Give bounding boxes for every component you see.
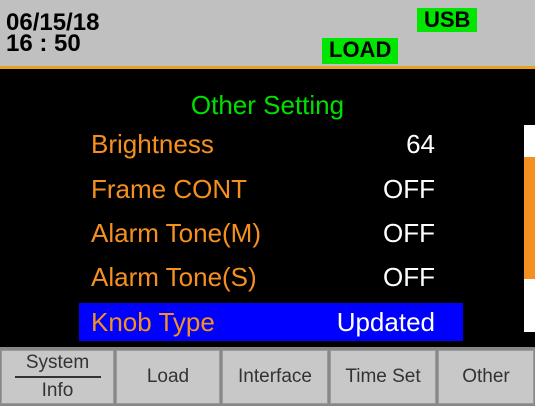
setting-label: Brightness [91,129,214,159]
setting-row-brightness[interactable]: Brightness 64 [79,125,463,163]
softkey-label-line1: System [25,352,90,373]
scrollbar[interactable] [524,125,535,332]
setting-label: Knob Type [91,307,215,337]
setting-value: Updated [336,307,435,337]
time-set-softkey[interactable]: Time Set [330,350,436,404]
load-softkey[interactable]: Load [116,350,220,404]
interface-softkey[interactable]: Interface [222,350,328,404]
setting-value: 64 [406,129,435,159]
usb-badge: USB [417,8,478,32]
setting-value: OFF [383,262,435,292]
setting-row-alarm-tone-s[interactable]: Alarm Tone(S) OFF [79,258,463,296]
status-bar: 06/15/18 16 : 50 USB LOAD [0,0,535,68]
setting-value: OFF [383,218,435,248]
time-display: 16 : 50 [6,30,81,57]
softkey-divider [14,376,101,378]
setting-label: Alarm Tone(M) [91,218,262,248]
setting-value: OFF [383,174,435,204]
softkey-label-line2: Info [41,380,74,401]
setting-row-alarm-tone-m[interactable]: Alarm Tone(M) OFF [79,214,463,252]
scrollbar-thumb[interactable] [524,157,535,279]
page-title: Other Setting [190,90,345,120]
other-softkey[interactable]: Other [438,350,534,404]
setting-label: Frame CONT [91,174,247,204]
setting-row-frame-cont[interactable]: Frame CONT OFF [79,170,463,208]
load-badge: LOAD [322,38,399,64]
setting-row-knob-type[interactable]: Knob Type Updated [79,303,463,341]
softkey-bar: System Info Load Interface Time Set Othe… [0,347,535,406]
system-info-softkey[interactable]: System Info [1,350,114,404]
setting-label: Alarm Tone(S) [91,262,257,292]
